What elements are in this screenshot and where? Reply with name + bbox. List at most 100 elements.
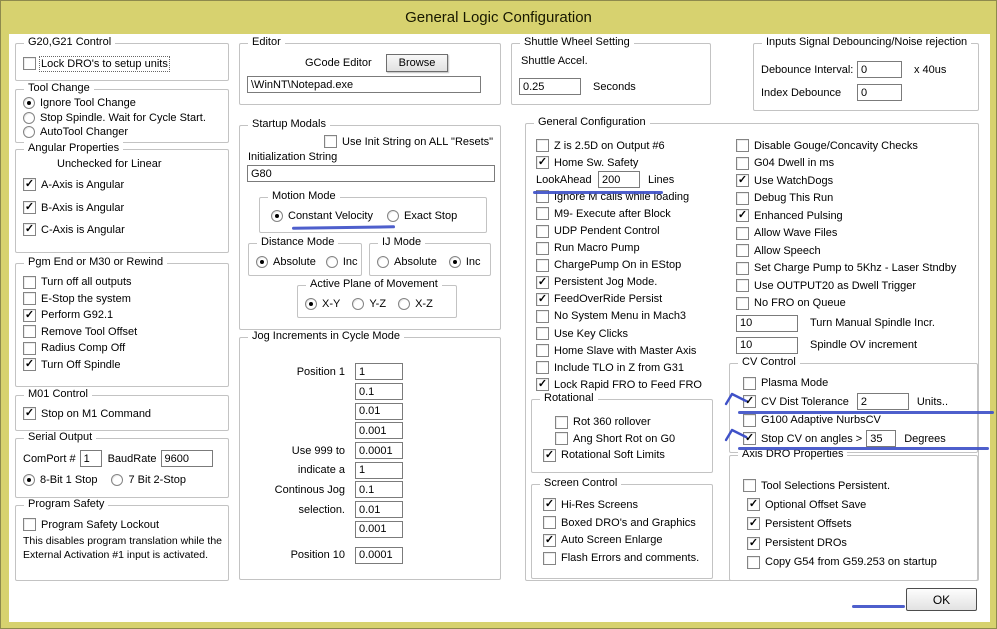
radio-y-z[interactable]: Y-Z [352, 297, 386, 310]
checkbox-udp-pendent-control[interactable]: UDP Pendent Control [536, 222, 717, 239]
checkbox-use-watchdogs[interactable]: ✓ Use WatchDogs [736, 172, 974, 190]
checkbox-perform-g92-1[interactable]: ✓ Perform G92.1 [23, 307, 224, 324]
checkbox-box [536, 258, 549, 272]
input-comport-number[interactable] [79, 450, 102, 467]
input-jog-position-7[interactable] [355, 481, 403, 499]
checkbox-label: Use Init String on ALL "Resets" [342, 135, 494, 148]
checkbox-stop-cv-on-angles[interactable]: ✓ Stop CV on angles > [743, 432, 862, 446]
checkbox-boxed-dro-s-and-graphics[interactable]: Boxed DRO's and Graphics [539, 514, 708, 532]
checkbox-a-axis-is-angular[interactable]: ✓ A-Axis is Angular [23, 176, 224, 193]
checkbox-turn-off-all-outputs[interactable]: Turn off all outputs [23, 274, 224, 291]
radio-x-z[interactable]: X-Z [398, 297, 433, 310]
checkbox-set-charge-pump-to-5khz-laser-stndby[interactable]: Set Charge Pump to 5Khz - Laser Stndby [736, 260, 974, 278]
input-jog-position-3[interactable] [355, 402, 403, 420]
checkbox-ang-short-rot-on-g0[interactable]: Ang Short Rot on G0 [539, 431, 708, 448]
radio-8-bit-1-stop[interactable]: 8-Bit 1 Stop [23, 473, 97, 486]
checkbox-plasma-mode[interactable]: Plasma Mode [737, 374, 973, 393]
checkbox-include-tlo-in-z-from-g31[interactable]: Include TLO in Z from G31 [536, 359, 717, 376]
checkbox-feedoverride-persist[interactable]: ✓ FeedOverRide Persist [536, 291, 717, 308]
checkbox-allow-speech[interactable]: Allow Speech [736, 242, 974, 260]
radio-exact-stop[interactable]: Exact Stop [387, 209, 457, 222]
checkbox-turn-off-spindle[interactable]: ✓ Turn Off Spindle [23, 357, 224, 374]
annotation-underline-stop-cv-on-angles [738, 447, 989, 450]
radio-ignore-tool-change[interactable]: Ignore Tool Change [23, 96, 224, 111]
input-index-debounce[interactable] [857, 84, 902, 101]
checkbox-tool-selections-persistent[interactable]: Tool Selections Persistent. [737, 476, 973, 495]
radio-7-bit-2-stop[interactable]: 7 Bit 2-Stop [111, 473, 186, 486]
input-jog-position-10[interactable] [355, 546, 403, 564]
checkbox-z-is-2-5d-on-output-6[interactable]: Z is 2.5D on Output #6 [536, 137, 717, 154]
checkbox-remove-tool-offset[interactable]: Remove Tool Offset [23, 324, 224, 341]
checkbox-enhanced-pulsing[interactable]: ✓ Enhanced Pulsing [736, 207, 974, 225]
checkbox-home-sw-safety[interactable]: ✓ Home Sw. Safety [536, 154, 717, 171]
radio-stop-spindle-wait-for-cycle-start[interactable]: Stop Spindle. Wait for Cycle Start. [23, 111, 224, 126]
group-title-cv-control: CV Control [738, 356, 800, 368]
input-jog-position-8[interactable] [355, 501, 403, 519]
checkbox-e-stop-the-system[interactable]: E-Stop the system [23, 291, 224, 308]
checkbox-lock-dro-s-to-setup-units[interactable]: Lock DRO's to setup units [23, 55, 224, 72]
checkbox-allow-wave-files[interactable]: Allow Wave Files [736, 225, 974, 243]
input-jog-position-9[interactable] [355, 520, 403, 538]
ok-button[interactable]: OK [906, 588, 977, 611]
input-gcode-editor-path[interactable] [247, 76, 481, 93]
button-browse[interactable]: Browse [385, 54, 449, 72]
checkbox-run-macro-pump[interactable]: Run Macro Pump [536, 240, 717, 257]
checkbox-no-fro-on-queue[interactable]: No FRO on Queue [736, 295, 974, 313]
input-cv-dist-tolerance[interactable] [856, 393, 909, 411]
checkbox-persistent-jog-mode[interactable]: ✓ Persistent Jog Mode. [536, 274, 717, 291]
checkbox-b-axis-is-angular[interactable]: ✓ B-Axis is Angular [23, 199, 224, 216]
input-initialization-string[interactable] [247, 165, 495, 182]
checkbox-debug-this-run[interactable]: Debug This Run [736, 190, 974, 208]
input-shuttle-accel[interactable] [519, 78, 581, 95]
checkbox-box [23, 292, 36, 306]
checkbox-program-safety-lockout[interactable]: Program Safety Lockout [23, 516, 224, 533]
checkbox-optional-offset-save[interactable]: ✓ Optional Offset Save [737, 495, 973, 514]
input-jog-position-6[interactable] [355, 461, 403, 479]
checkbox-stop-on-m1-command[interactable]: ✓ Stop on M1 Command [23, 405, 224, 422]
checkbox-chargepump-on-in-estop[interactable]: ChargePump On in EStop [536, 257, 717, 274]
input-stop-cv-angle[interactable] [866, 430, 897, 448]
checkbox-label: Flash Errors and comments. [561, 552, 700, 565]
checkbox-rot-360-rollover[interactable]: Rot 360 rollover [539, 414, 708, 431]
input-jog-position-5[interactable] [355, 442, 403, 460]
input-lookahead-lines[interactable] [598, 171, 640, 189]
checkbox-no-system-menu-in-mach3[interactable]: No System Menu in Mach3 [536, 308, 717, 325]
radio-constant-velocity[interactable]: Constant Velocity [271, 209, 373, 222]
label-seconds: Seconds [593, 80, 636, 93]
input-turn-manual-spindle-incr[interactable] [736, 314, 798, 332]
radio-inc[interactable]: Inc [325, 255, 358, 268]
input-jog-position-2[interactable] [355, 383, 403, 401]
checkbox-cv-dist-tolerance[interactable]: ✓ CV Dist Tolerance [743, 395, 849, 409]
checkbox-persistent-dros[interactable]: ✓ Persistent DROs [737, 534, 973, 553]
checkbox-persistent-offsets[interactable]: ✓ Persistent Offsets [737, 514, 973, 533]
checkbox-m9-execute-after-block[interactable]: M9- Execute after Block [536, 205, 717, 222]
radio-absolute[interactable]: Absolute [256, 255, 316, 268]
checkbox-rotational-soft-limits[interactable]: ✓ Rotational Soft Limits [539, 447, 708, 464]
checkbox-label: Persistent Jog Mode. [554, 276, 658, 289]
checkbox-hi-res-screens[interactable]: ✓ Hi-Res Screens [539, 496, 708, 514]
input-spindle-ov-increment[interactable] [736, 336, 798, 354]
group-title-debouncing: Inputs Signal Debouncing/Noise rejection [762, 36, 972, 48]
checkbox-g04-dwell-in-ms[interactable]: G04 Dwell in ms [736, 155, 974, 173]
checkbox-home-slave-with-master-axis[interactable]: Home Slave with Master Axis [536, 342, 717, 359]
checkbox-use-key-clicks[interactable]: Use Key Clicks [536, 325, 717, 342]
checkbox-use-output20-as-dwell-trigger[interactable]: Use OUTPUT20 as Dwell Trigger [736, 277, 974, 295]
input-jog-position-4[interactable] [355, 422, 403, 440]
radio-autotool-changer[interactable]: AutoTool Changer [23, 125, 224, 140]
checkbox-auto-screen-enlarge[interactable]: ✓ Auto Screen Enlarge [539, 532, 708, 550]
radio-x-y[interactable]: X-Y [305, 297, 340, 310]
checkbox-lock-rapid-fro-to-feed-fro[interactable]: ✓ Lock Rapid FRO to Feed FRO [536, 376, 717, 393]
radio-dot [325, 255, 338, 268]
checkbox-disable-gouge-concavity-checks[interactable]: Disable Gouge/Concavity Checks [736, 137, 974, 155]
checkbox-radius-comp-off[interactable]: Radius Comp Off [23, 340, 224, 357]
input-baudrate[interactable] [160, 450, 213, 467]
input-debounce-interval[interactable] [857, 61, 902, 78]
radio-inc[interactable]: Inc [448, 255, 481, 268]
checkbox-use-init-string-on-all-resets[interactable]: Use Init String on ALL "Resets" [324, 135, 493, 148]
checkbox-flash-errors-and-comments[interactable]: Flash Errors and comments. [539, 549, 708, 567]
checkbox-copy-g54-from-g59-253-on-startup[interactable]: Copy G54 from G59.253 on startup [737, 553, 973, 572]
input-jog-position-1[interactable] [355, 363, 403, 381]
radio-label: Constant Velocity [288, 209, 373, 222]
checkbox-c-axis-is-angular[interactable]: ✓ C-Axis is Angular [23, 221, 224, 238]
radio-absolute[interactable]: Absolute [377, 255, 437, 268]
